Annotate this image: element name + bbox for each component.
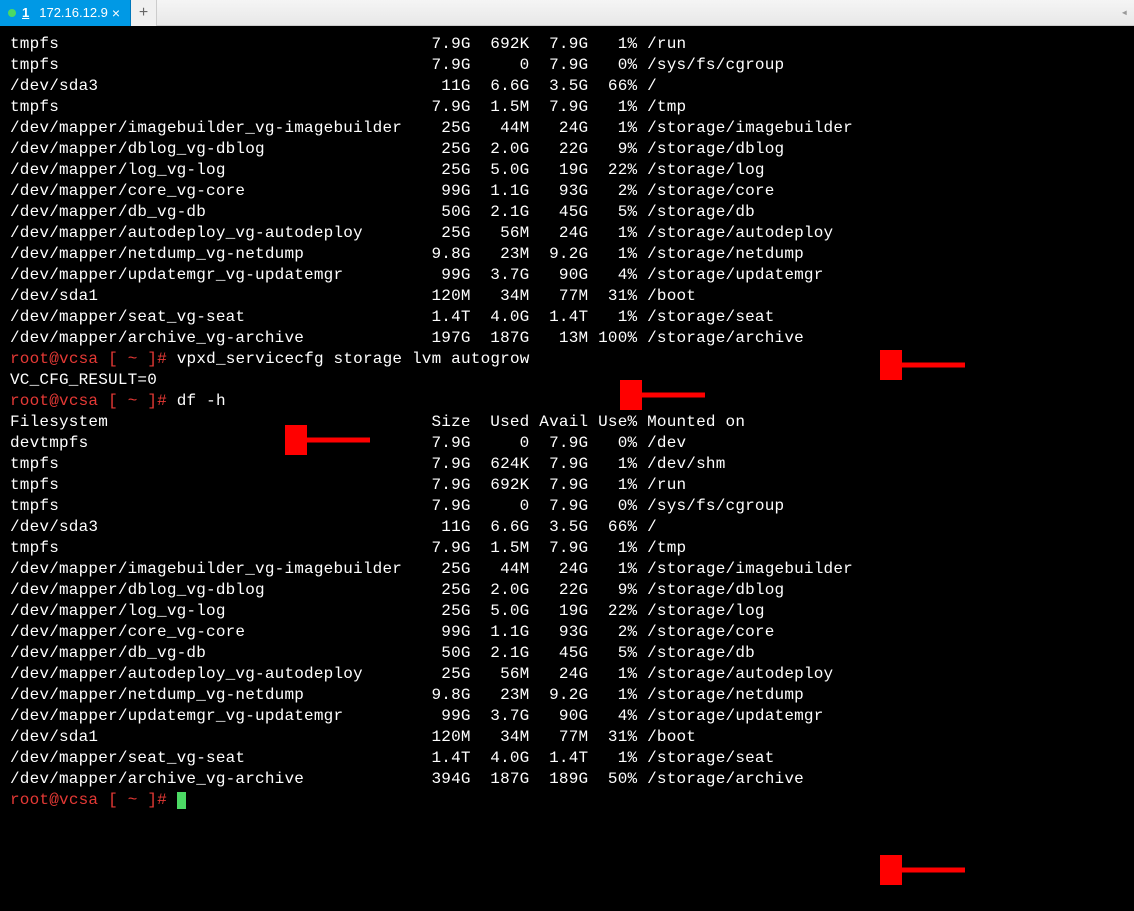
df-row: tmpfs 7.9G 1.5M 7.9G 1% /tmp: [10, 97, 1124, 118]
df-row: tmpfs 7.9G 0 7.9G 0% /sys/fs/cgroup: [10, 55, 1124, 76]
df-row: /dev/mapper/core_vg-core 99G 1.1G 93G 2%…: [10, 181, 1124, 202]
annotation-arrow-icon: [880, 855, 970, 885]
df-row: /dev/sda3 11G 6.6G 3.5G 66% /: [10, 76, 1124, 97]
df-row: /dev/mapper/netdump_vg-netdump 9.8G 23M …: [10, 244, 1124, 265]
df-row: /dev/mapper/dblog_vg-dblog 25G 2.0G 22G …: [10, 580, 1124, 601]
output-line: VC_CFG_RESULT=0: [10, 370, 1124, 391]
df-row: devtmpfs 7.9G 0 7.9G 0% /dev: [10, 433, 1124, 454]
df-row: /dev/mapper/updatemgr_vg-updatemgr 99G 3…: [10, 265, 1124, 286]
scroll-left-icon[interactable]: ◂: [1121, 5, 1128, 20]
tab-title: 172.16.12.9: [39, 5, 108, 20]
df-row: /dev/mapper/dblog_vg-dblog 25G 2.0G 22G …: [10, 139, 1124, 160]
df-row: tmpfs 7.9G 1.5M 7.9G 1% /tmp: [10, 538, 1124, 559]
df-row: /dev/mapper/autodeploy_vg-autodeploy 25G…: [10, 664, 1124, 685]
cursor-icon: [177, 792, 186, 809]
df-row: /dev/mapper/seat_vg-seat 1.4T 4.0G 1.4T …: [10, 748, 1124, 769]
df-row: /dev/mapper/db_vg-db 50G 2.1G 45G 5% /st…: [10, 643, 1124, 664]
df-row: /dev/mapper/db_vg-db 50G 2.1G 45G 5% /st…: [10, 202, 1124, 223]
tab-session[interactable]: 1 172.16.12.9 ×: [0, 0, 131, 26]
df-header: Filesystem Size Used Avail Use% Mounted …: [10, 412, 1124, 433]
close-icon[interactable]: ×: [108, 5, 120, 21]
df-row: /dev/mapper/log_vg-log 25G 5.0G 19G 22% …: [10, 601, 1124, 622]
df-row: tmpfs 7.9G 624K 7.9G 1% /dev/shm: [10, 454, 1124, 475]
prompt-line: root@vcsa [ ~ ]# vpxd_servicecfg storage…: [10, 349, 1124, 370]
df-row: /dev/mapper/updatemgr_vg-updatemgr 99G 3…: [10, 706, 1124, 727]
df-row: /dev/mapper/imagebuilder_vg-imagebuilder…: [10, 118, 1124, 139]
terminal-output[interactable]: tmpfs 7.9G 692K 7.9G 1% /runtmpfs 7.9G 0…: [0, 26, 1134, 819]
df-row: /dev/sda1 120M 34M 77M 31% /boot: [10, 727, 1124, 748]
df-row: tmpfs 7.9G 0 7.9G 0% /sys/fs/cgroup: [10, 496, 1124, 517]
tab-number: 1: [22, 5, 29, 20]
df-row: /dev/mapper/seat_vg-seat 1.4T 4.0G 1.4T …: [10, 307, 1124, 328]
df-row: /dev/mapper/log_vg-log 25G 5.0G 19G 22% …: [10, 160, 1124, 181]
df-row: /dev/mapper/autodeploy_vg-autodeploy 25G…: [10, 223, 1124, 244]
df-row: tmpfs 7.9G 692K 7.9G 1% /run: [10, 475, 1124, 496]
status-dot-icon: [8, 9, 16, 17]
title-bar: 1 172.16.12.9 × + ◂: [0, 0, 1134, 26]
prompt-line: root@vcsa [ ~ ]#: [10, 790, 1124, 811]
df-row: /dev/sda1 120M 34M 77M 31% /boot: [10, 286, 1124, 307]
prompt-line: root@vcsa [ ~ ]# df -h: [10, 391, 1124, 412]
df-row: /dev/mapper/core_vg-core 99G 1.1G 93G 2%…: [10, 622, 1124, 643]
df-row: /dev/mapper/archive_vg-archive 394G 187G…: [10, 769, 1124, 790]
df-row: /dev/sda3 11G 6.6G 3.5G 66% /: [10, 517, 1124, 538]
df-row: /dev/mapper/archive_vg-archive 197G 187G…: [10, 328, 1124, 349]
df-row: tmpfs 7.9G 692K 7.9G 1% /run: [10, 34, 1124, 55]
df-row: /dev/mapper/netdump_vg-netdump 9.8G 23M …: [10, 685, 1124, 706]
df-row: /dev/mapper/imagebuilder_vg-imagebuilder…: [10, 559, 1124, 580]
add-tab-button[interactable]: +: [131, 0, 157, 26]
